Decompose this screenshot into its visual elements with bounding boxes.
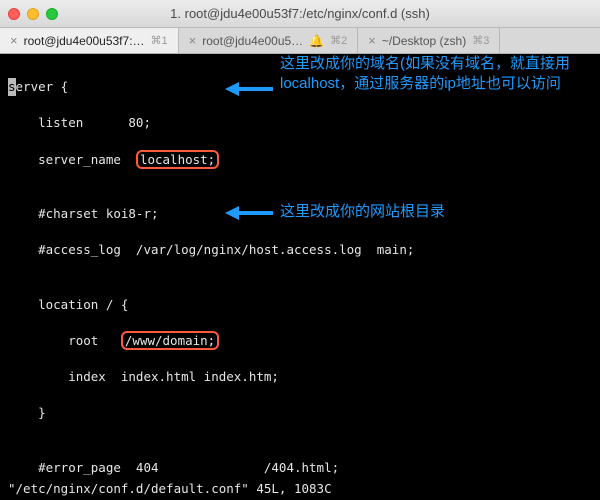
close-icon[interactable]: ×	[189, 33, 197, 48]
tab-label: root@jdu4e00u5…	[202, 34, 303, 48]
code-line: #error_page 404 /404.html;	[8, 459, 592, 477]
tab-label: root@jdu4e00u53f7:…	[24, 34, 145, 48]
code-line: listen 80;	[8, 114, 592, 132]
window-titlebar: 1. root@jdu4e00u53f7:/etc/nginx/conf.d (…	[0, 0, 600, 28]
tab-hint: ⌘1	[151, 34, 168, 47]
code-line: location / {	[8, 296, 592, 314]
tab-zsh[interactable]: × ~/Desktop (zsh) ⌘3	[358, 28, 500, 53]
code-line: server_name localhost;	[8, 151, 592, 169]
tab-ssh-2[interactable]: × root@jdu4e00u5… 🔔 ⌘2	[179, 28, 359, 53]
tab-label: ~/Desktop (zsh)	[382, 34, 466, 48]
terminal-pane[interactable]: server { listen 80; server_name localhos…	[0, 54, 600, 500]
arrow-icon	[225, 202, 275, 224]
bell-icon: 🔔	[309, 34, 324, 48]
close-icon[interactable]	[8, 8, 20, 20]
code-line: index index.html index.htm;	[8, 368, 592, 386]
tab-ssh-1[interactable]: × root@jdu4e00u53f7:… ⌘1	[0, 28, 179, 53]
code-line: root /www/domain;	[8, 332, 592, 350]
close-icon[interactable]: ×	[368, 33, 376, 48]
code-line: #access_log /var/log/nginx/host.access.l…	[8, 241, 592, 259]
window-title: 1. root@jdu4e00u53f7:/etc/nginx/conf.d (…	[0, 6, 600, 21]
tab-hint: ⌘3	[472, 34, 489, 47]
code-line: }	[8, 404, 592, 422]
highlight-server-name: localhost;	[136, 150, 219, 169]
tab-hint: ⌘2	[330, 34, 347, 47]
arrow-icon	[225, 78, 275, 100]
vim-status-line: "/etc/nginx/conf.d/default.conf" 45L, 10…	[8, 480, 332, 498]
minimize-icon[interactable]	[27, 8, 39, 20]
zoom-icon[interactable]	[46, 8, 58, 20]
annotation-domain: 这里改成你的域名(如果没有域名，就直接用localhost，通过服务器的ip地址…	[280, 54, 570, 95]
close-icon[interactable]: ×	[10, 33, 18, 48]
cursor: s	[8, 78, 16, 96]
highlight-root: /www/domain;	[121, 331, 219, 350]
tab-bar: × root@jdu4e00u53f7:… ⌘1 × root@jdu4e00u…	[0, 28, 600, 54]
traffic-lights	[8, 8, 58, 20]
annotation-root: 这里改成你的网站根目录	[280, 202, 570, 222]
